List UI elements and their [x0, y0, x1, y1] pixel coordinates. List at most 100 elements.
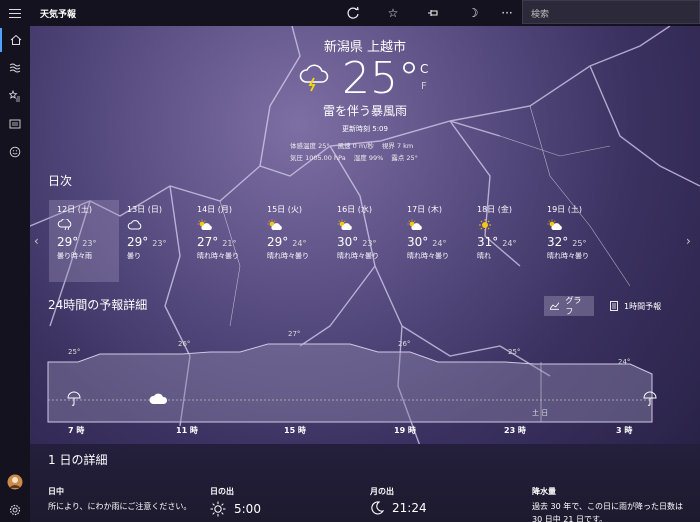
temp-3h: 24° — [618, 358, 631, 366]
moonrise-info: 月の出 21:24 — [370, 486, 427, 515]
daily-next-arrow-icon[interactable]: › — [686, 234, 691, 248]
daily-prev-arrow-icon[interactable]: ‹ — [34, 234, 39, 248]
time-3: 3 時 — [616, 426, 633, 435]
daily-forecast-tile[interactable]: 19日 (土) 32° 25° 晴れ時々曇り — [539, 200, 609, 282]
day-date: 19日 (土) — [547, 205, 582, 214]
moonrise-time: 21:24 — [392, 501, 427, 515]
day-boundary-marker: 土 日 — [532, 409, 549, 417]
temp-11h: 26° — [178, 340, 191, 348]
title-bar: 天気予報 ☆ ☽ ··· 検索 — [0, 0, 700, 26]
details-row-2: 気圧 1005.00 hPa 湿度 99% 露点 25° — [290, 152, 426, 162]
news-icon[interactable] — [0, 112, 30, 136]
daily-forecast-tile[interactable]: 12日 (土) 29° 23° 曇り時々雨 — [49, 200, 119, 282]
temp-19h: 26° — [398, 340, 411, 348]
day-caption: 曇り — [127, 252, 141, 260]
graph-icon — [550, 302, 560, 310]
hourly-button-label: 1時間予報 — [624, 301, 662, 311]
wind-speed: 風速 0 m/秒 — [337, 142, 374, 150]
day-caption: 晴れ時々曇り — [197, 252, 239, 260]
day-low: 23° — [362, 239, 377, 248]
day-date: 12日 (土) — [57, 205, 92, 214]
home-icon[interactable] — [0, 28, 30, 52]
list-icon — [610, 301, 618, 311]
hourly-section-title: 24時間の予報詳細 — [48, 298, 148, 312]
time-19: 19 時 — [394, 426, 416, 435]
day-date: 18日 (金) — [477, 205, 512, 214]
current-temperature: 25° — [342, 53, 420, 104]
pressure: 気圧 1005.00 hPa — [290, 154, 346, 162]
sun-cloud-icon — [267, 219, 321, 233]
day-caption: 晴れ時々曇り — [547, 252, 589, 260]
visibility: 視界 7 km — [381, 142, 414, 150]
thunderstorm-icon — [298, 64, 330, 96]
sunrise-info: 日の出 5:00 — [210, 486, 261, 517]
precipitation-info: 降水量 過去 30 年で、この日に雨が降った日数は 30 日中 21 日です。 — [532, 486, 683, 522]
sun-icon — [477, 219, 531, 233]
pin-icon[interactable] — [424, 4, 442, 22]
daily-forecast-tile[interactable]: 14日 (月) 27° 21° 晴れ時々曇り — [189, 200, 259, 282]
current-condition: 雷を伴う暴風雨 — [322, 104, 407, 118]
daily-forecast-tile[interactable]: 15日 (火) 29° 24° 晴れ時々曇り — [259, 200, 329, 282]
cloud-icon — [127, 219, 181, 233]
summary-text: 所により、にわか雨にご注意ください。 — [48, 502, 192, 511]
day-low: 24° — [432, 239, 447, 248]
summary-heading: 日中 — [48, 487, 64, 496]
feedback-smiley-icon[interactable] — [0, 140, 30, 164]
daily-section-title: 日次 — [48, 174, 73, 188]
precip-text-2: 30 日中 21 日です。 — [532, 515, 608, 522]
refresh-icon[interactable] — [344, 4, 362, 22]
day-high: 30° — [407, 235, 429, 249]
daily-forecast-tile[interactable]: 17日 (木) 30° 24° 晴れ時々曇り — [399, 200, 469, 282]
sun-icon — [210, 501, 226, 517]
settings-gear-icon[interactable] — [0, 498, 30, 522]
time-23: 23 時 — [504, 426, 526, 435]
sun-cloud-icon — [197, 219, 251, 233]
hourly-temperature-graph — [47, 343, 657, 423]
cloud-rain-icon — [57, 218, 111, 233]
moon-theme-icon[interactable]: ☽ — [464, 4, 482, 22]
more-options-icon[interactable]: ··· — [498, 4, 516, 22]
daily-forecast-tile[interactable]: 13日 (日) 29° 23° 曇り — [119, 200, 189, 282]
details-row-1: 体感温度 25° 風速 0 m/秒 視界 7 km — [290, 140, 421, 150]
day-details-title: 1 日の詳細 — [48, 453, 108, 467]
fahrenheit-toggle[interactable]: F — [421, 81, 427, 92]
hourly-view-button[interactable]: 1時間予報 — [604, 296, 674, 316]
maps-icon[interactable] — [0, 56, 30, 80]
temp-23h: 25° — [508, 348, 521, 356]
day-date: 16日 (水) — [337, 205, 372, 214]
feels-like: 体感温度 25° — [290, 142, 330, 150]
dew-point: 露点 25° — [391, 154, 418, 162]
daily-forecast-tile[interactable]: 16日 (水) 30° 23° 晴れ時々曇り — [329, 200, 399, 282]
sunrise-heading: 日の出 — [210, 487, 234, 496]
day-low: 24° — [292, 239, 307, 248]
day-high: 32° — [547, 235, 569, 249]
day-low: 25° — [572, 239, 587, 248]
navigation-rail — [0, 26, 30, 522]
precip-text-1: 過去 30 年で、この日に雨が降った日数は — [532, 502, 683, 511]
favorites-list-icon[interactable] — [0, 84, 30, 108]
favorite-star-icon[interactable]: ☆ — [384, 4, 402, 22]
hamburger-menu-icon[interactable] — [0, 0, 30, 26]
day-caption: 晴れ — [477, 252, 491, 260]
day-caption: 晴れ時々曇り — [267, 252, 309, 260]
day-summary: 日中 所により、にわか雨にご注意ください。 — [48, 486, 191, 512]
day-caption: 晴れ時々曇り — [337, 252, 379, 260]
day-date: 14日 (月) — [197, 205, 232, 214]
account-avatar[interactable] — [0, 470, 30, 494]
moon-icon — [371, 501, 384, 515]
precip-heading: 降水量 — [532, 487, 556, 496]
time-15: 15 時 — [284, 426, 306, 435]
sun-cloud-icon — [407, 219, 461, 233]
day-low: 21° — [222, 239, 237, 248]
graph-view-button[interactable]: グラフ — [544, 296, 594, 316]
day-date: 13日 (日) — [127, 205, 162, 214]
time-7: 7 時 — [68, 426, 85, 435]
celsius-toggle[interactable]: C — [420, 62, 428, 76]
sun-cloud-icon — [547, 219, 601, 233]
main-panel: 新潟県 上越市 25° C F 雷を伴う暴風雨 更新時刻 5:09 体感温度 2… — [30, 26, 700, 522]
day-high: 29° — [127, 235, 149, 249]
search-input[interactable]: 検索 — [522, 0, 700, 24]
daily-forecast-tile[interactable]: 18日 (金) 31° 24° 晴れ — [469, 200, 539, 282]
day-high: 29° — [267, 235, 289, 249]
humidity: 湿度 99% — [353, 154, 384, 162]
